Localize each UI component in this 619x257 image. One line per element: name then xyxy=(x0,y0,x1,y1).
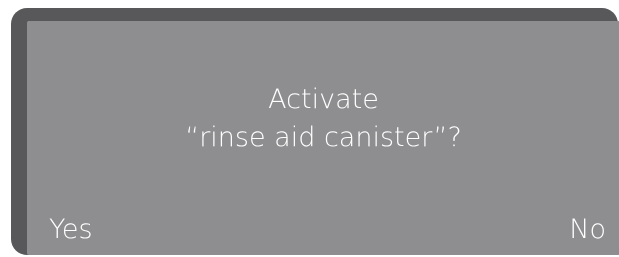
prompt-line-1: Activate xyxy=(268,84,379,115)
no-softkey[interactable]: No xyxy=(569,213,606,247)
display-bezel: Activate “rinse aid canister”? Yes No xyxy=(11,8,619,255)
confirmation-prompt: Activate “rinse aid canister”? xyxy=(27,81,619,157)
yes-softkey[interactable]: Yes xyxy=(49,213,93,247)
lcd-screen: Activate “rinse aid canister”? Yes No xyxy=(27,21,619,255)
prompt-line-2: “rinse aid canister”? xyxy=(185,122,462,153)
